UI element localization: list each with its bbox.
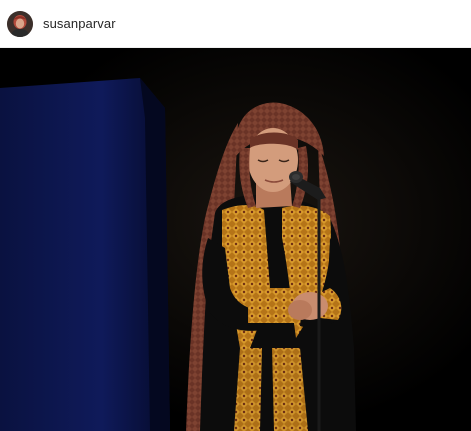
username-link[interactable]: susanparvar — [43, 16, 116, 31]
profile-avatar[interactable] — [7, 10, 33, 37]
stage-performer-photo — [0, 48, 471, 431]
post-card: susanparvar — [0, 0, 471, 431]
blue-curtain — [0, 78, 170, 431]
post-photo — [0, 48, 471, 431]
post-header: susanparvar — [0, 0, 471, 48]
avatar-image — [7, 10, 33, 37]
